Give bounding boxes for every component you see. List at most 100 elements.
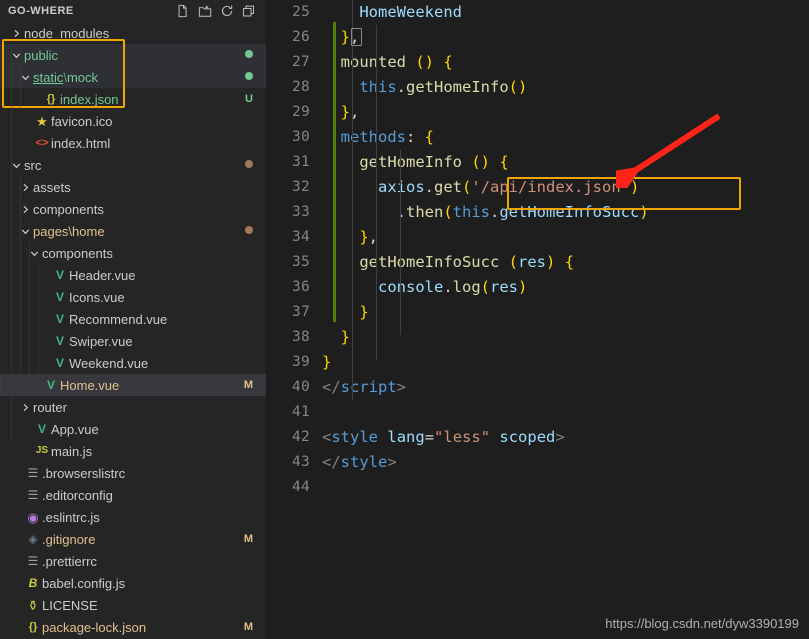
code-token: this <box>359 78 397 96</box>
code-token: style <box>340 453 388 471</box>
code-line-31[interactable]: 31 getHomeInfo () { <box>266 150 809 175</box>
line-number: 39 <box>291 354 310 370</box>
tree-row-components[interactable]: components <box>0 242 266 264</box>
tree-row-index-html[interactable]: <> index.html <box>0 132 266 154</box>
line-number: 43 <box>291 454 310 470</box>
code-line-text: </style> <box>322 450 809 475</box>
code-editor[interactable]: 25 HomeWeekend 26 }, 27 mounted () {28 thi… <box>266 0 809 639</box>
line-number: 34 <box>291 229 310 245</box>
tree-row-components[interactable]: components <box>0 198 266 220</box>
code-line-38[interactable]: 38 } <box>266 325 809 350</box>
code-line-41[interactable]: 41 <box>266 400 809 425</box>
code-token: lang <box>387 428 425 446</box>
tree-row--prettierrc[interactable]: ☰ .prettierrc <box>0 550 266 572</box>
tree-row-main-js[interactable]: JS main.js <box>0 440 266 462</box>
code-line-text: } <box>322 300 809 325</box>
code-line-42[interactable]: 42 <style lang="less" scoped> <box>266 425 809 450</box>
tree-row-swiper-vue[interactable]: V Swiper.vue <box>0 330 266 352</box>
tree-row--eslintrc-js[interactable]: ◉ .eslintrc.js <box>0 506 266 528</box>
code-line-27[interactable]: 27 mounted () { <box>266 50 809 75</box>
code-token: () <box>508 78 528 96</box>
tree-row-router[interactable]: router <box>0 396 266 418</box>
tree-guide-line-3 <box>20 176 21 396</box>
tree-row--gitignore[interactable]: ◈ .gitignore M <box>0 528 266 550</box>
tree-row-icons-vue[interactable]: V Icons.vue <box>0 286 266 308</box>
tree-row-header-vue[interactable]: V Header.vue <box>0 264 266 286</box>
tree-row-label: components <box>42 245 113 261</box>
tree-row-label: .browserslistrc <box>42 465 126 481</box>
code-line-36[interactable]: 36 console.log(res) <box>266 275 809 300</box>
tree-row-weekend-vue[interactable]: V Weekend.vue <box>0 352 266 374</box>
tree-row-label: .eslintrc.js <box>42 509 100 525</box>
code-line-text: axios.get('/api/index.json') <box>322 175 809 200</box>
code-token: ( <box>480 278 491 296</box>
new-folder-icon[interactable] <box>194 1 216 21</box>
code-line-33[interactable]: 33 .then(this.getHomeInfoSucc) <box>266 200 809 225</box>
new-file-icon[interactable] <box>172 1 194 21</box>
refresh-icon[interactable] <box>216 1 238 21</box>
code-line-44[interactable]: 44 <box>266 475 809 500</box>
git-status-dot <box>245 225 266 237</box>
watermark-text: https://blog.csdn.net/dyw3390199 <box>605 616 799 631</box>
tree-row-node_modules[interactable]: node_modules <box>0 22 266 44</box>
tree-row-pages-home[interactable]: pages\home <box>0 220 266 242</box>
code-line-25[interactable]: 25 HomeWeekend <box>266 0 809 25</box>
tree-row--browserslistrc[interactable]: ☰ .browserslistrc <box>0 462 266 484</box>
tree-row--editorconfig[interactable]: ☰ .editorconfig <box>0 484 266 506</box>
tree-row-favicon-ico[interactable]: ★ favicon.ico <box>0 110 266 132</box>
code-line-32[interactable]: 32 axios.get('/api/index.json') <box>266 175 809 200</box>
git-icon: ◈ <box>28 532 38 546</box>
bracket-match-box <box>351 28 362 46</box>
tree-row-package-lock-json[interactable]: {} package-lock.json M <box>0 616 266 638</box>
code-token: ) <box>630 178 640 196</box>
code-line-text: }, <box>322 225 809 250</box>
git-modified-gutter <box>333 22 336 322</box>
code-line-43[interactable]: 43 </style> <box>266 450 809 475</box>
js-file-icon: JS <box>35 445 49 456</box>
tree-row-app-vue[interactable]: V App.vue <box>0 418 266 440</box>
code-line-39[interactable]: 39} <box>266 350 809 375</box>
tree-row-recommend-vue[interactable]: V Recommend.vue <box>0 308 266 330</box>
tree-row-babel-config-js[interactable]: Bbabel.config.js <box>0 572 266 594</box>
collapse-all-icon[interactable] <box>238 1 260 21</box>
tree-row-static-mock[interactable]: static\mock <box>0 66 266 88</box>
code-line-text: <style lang="less" scoped> <box>322 425 809 450</box>
code-line-29[interactable]: 29 }, <box>266 100 809 125</box>
tree-row-label: .editorconfig <box>42 487 113 503</box>
code-line-34[interactable]: 34 }, <box>266 225 809 250</box>
code-lines[interactable]: 25 HomeWeekend 26 }, 27 mounted () {28 thi… <box>266 0 809 500</box>
code-token: style <box>331 428 379 446</box>
tree-row-label: static\mock <box>33 69 99 85</box>
tree-row-license[interactable]: ⚱ LICENSE <box>0 594 266 616</box>
tree-row-label: router <box>33 399 67 415</box>
file-tree[interactable]: node_modules public static\mock {} index.jso… <box>0 22 266 638</box>
code-line-35[interactable]: 35 getHomeInfoSucc (res) { <box>266 250 809 275</box>
tree-row-home-vue[interactable]: V Home.vue M <box>0 374 266 396</box>
code-line-text: </script> <box>322 375 809 400</box>
line-number: 42 <box>291 429 310 445</box>
tree-row-index-json[interactable]: {} index.json U <box>0 88 266 110</box>
tree-row-assets[interactable]: assets <box>0 176 266 198</box>
code-line-30[interactable]: 30 methods: { <box>266 125 809 150</box>
code-token: } <box>359 228 369 246</box>
chevron-right-icon[interactable] <box>17 402 33 413</box>
code-line-26[interactable]: 26 }, <box>266 25 809 50</box>
code-line-28[interactable]: 28 this.getHomeInfo() <box>266 75 809 100</box>
tree-row-public[interactable]: public <box>0 44 266 66</box>
code-token: . <box>396 78 406 96</box>
code-line-37[interactable]: 37 } <box>266 300 809 325</box>
code-token: ) <box>639 203 649 221</box>
tree-row-src[interactable]: src <box>0 154 266 176</box>
code-line-40[interactable]: 40 </script> <box>266 375 809 400</box>
code-token: < <box>322 428 332 446</box>
tree-row-label: Swiper.vue <box>69 333 133 349</box>
code-token: > <box>387 453 397 471</box>
chevron-right-icon[interactable] <box>8 28 24 39</box>
html-file-icon: <> <box>35 136 49 149</box>
